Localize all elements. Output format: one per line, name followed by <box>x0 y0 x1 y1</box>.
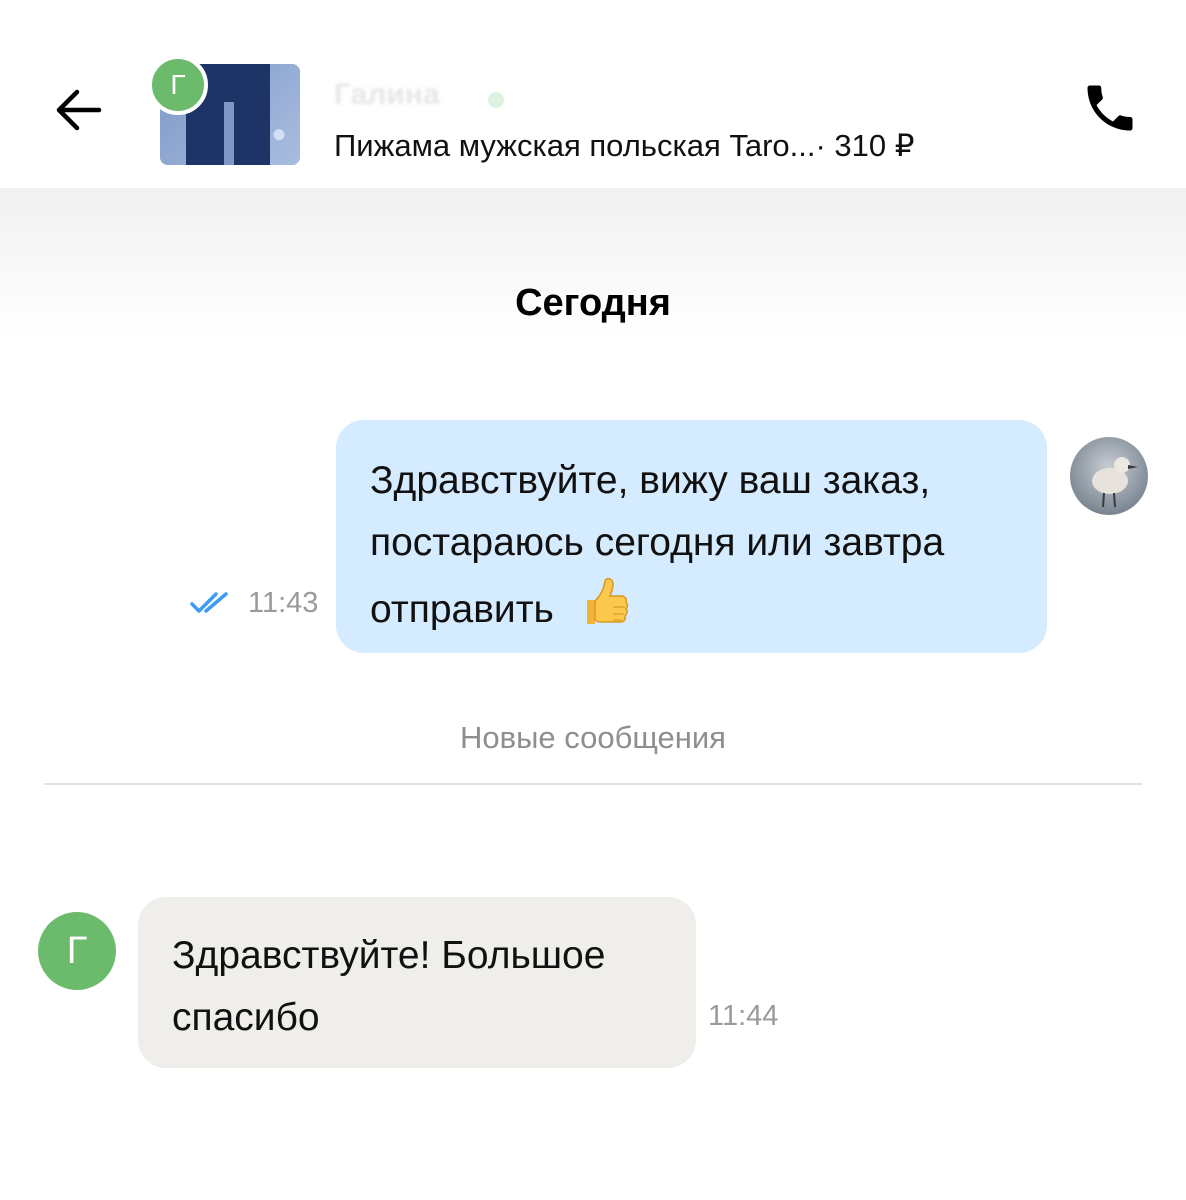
item-price: · 310 ₽ <box>815 128 915 163</box>
item-title: Пижама мужская польская Taro... <box>334 128 816 163</box>
chat-header: Г Галина Пижама мужская польская Taro...… <box>0 0 1186 188</box>
new-messages-label: Новые сообщения <box>460 720 726 755</box>
outgoing-message-meta: 11:43 <box>190 583 318 623</box>
outgoing-message-bubble[interactable]: Здравствуйте, вижу ваш заказ, постараюсь… <box>336 420 1047 653</box>
seller-name[interactable]: Галина <box>334 80 514 110</box>
back-button[interactable] <box>50 80 106 140</box>
item-summary[interactable]: Пижама мужская польская Taro...· 310 ₽ <box>334 124 914 168</box>
new-messages-divider <box>44 783 1142 785</box>
online-status-dot <box>488 92 504 108</box>
message-time: 11:44 <box>708 1000 779 1032</box>
message-time: 11:43 <box>248 586 319 619</box>
call-button[interactable] <box>1074 72 1146 144</box>
bird-icon <box>1092 457 1138 508</box>
phone-icon <box>1087 85 1133 131</box>
incoming-message-bubble[interactable]: Здравствуйте! Большое спасибо <box>138 897 696 1068</box>
seller-avatar-small[interactable]: Г <box>148 55 208 115</box>
user-avatar[interactable] <box>1070 437 1148 515</box>
message-text: Здравствуйте! Большое спасибо <box>172 934 606 1039</box>
message-text: Здравствуйте, вижу ваш заказ, постараюсь… <box>370 459 945 631</box>
arrow-left-icon <box>56 89 102 131</box>
seller-avatar[interactable]: Г <box>38 912 116 990</box>
incoming-message-meta: 11:44 <box>708 1000 778 1040</box>
date-separator: Сегодня <box>515 282 671 324</box>
thumbs-up-icon <box>573 574 629 649</box>
double-check-read-icon <box>190 592 228 613</box>
